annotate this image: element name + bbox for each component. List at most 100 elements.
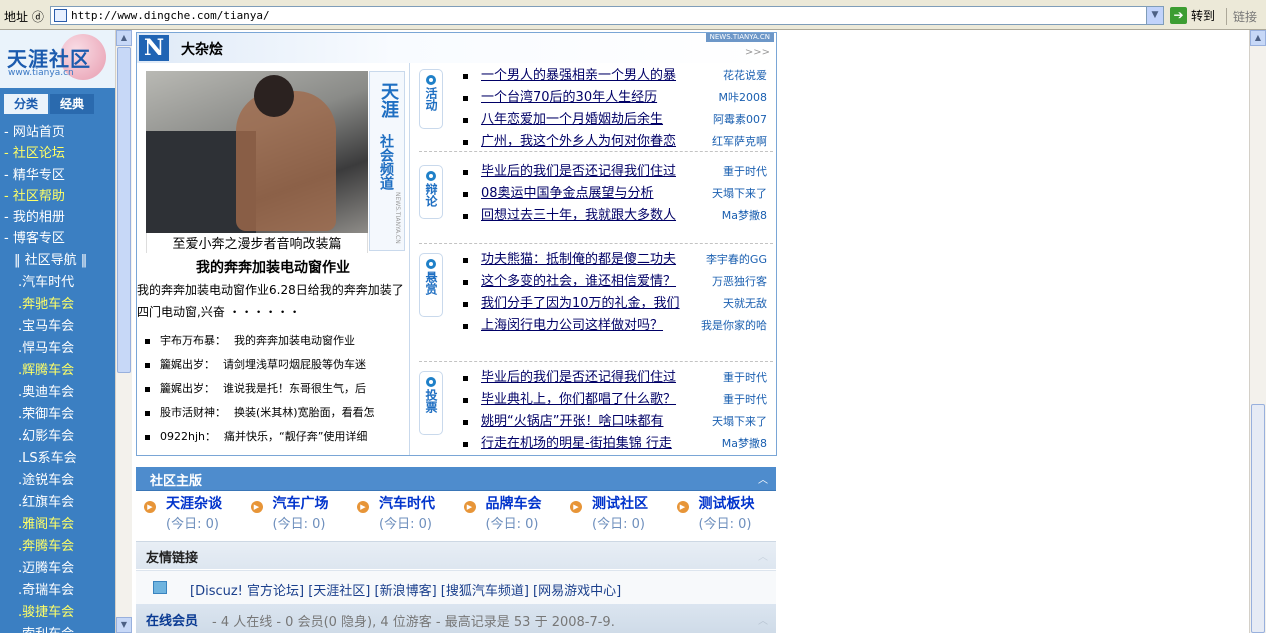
sidebar-club-link[interactable]: .宝马车会 (0, 316, 115, 338)
more-link[interactable]: >>> (745, 47, 770, 58)
topic-author[interactable]: 重于时代 (723, 389, 767, 411)
topic-link[interactable]: 行走在机场的明星-街拍集锦 行走 (481, 433, 672, 455)
go-button[interactable]: ➔ 转到 (1170, 6, 1215, 25)
scroll-down-icon[interactable]: ▼ (116, 617, 132, 633)
sidebar-club-link[interactable]: .雅阁车会 (0, 514, 115, 536)
post-title[interactable]: 请剑埋浅草叼烟屁股等伪车迷 (223, 358, 366, 371)
topic-link[interactable]: 上海闵行电力公司这样做对吗？ (481, 315, 663, 337)
topic-author[interactable]: 万恶独行客 (712, 271, 767, 293)
scroll-up-icon[interactable]: ▲ (1250, 30, 1266, 46)
category-badge[interactable]: 活动 (419, 69, 443, 129)
topic-link[interactable]: 08奥运中国争金点展望与分析 (481, 183, 654, 205)
topic-author[interactable]: Ma梦撒8 (722, 205, 767, 227)
topic-link[interactable]: 这个多变的社会，谁还相信爱情？ (481, 271, 676, 293)
sidebar-nav-item[interactable]: - 网站首页 (0, 122, 115, 143)
recent-post[interactable]: 股市活财神： 换装(米其林)宽胎面，看看怎 (137, 401, 409, 425)
online-title[interactable]: 在线会员 (146, 610, 198, 629)
post-title[interactable]: 我的奔奔加装电动窗作业 (234, 334, 355, 347)
sidebar-scrollbar[interactable]: ▲ ▼ (115, 30, 132, 633)
topic-link[interactable]: 功夫熊猫：抵制俺的都是傻二功夫 (481, 249, 676, 271)
list-item[interactable]: 08奥运中国争金点展望与分析 天塌下来了 (463, 183, 773, 205)
sidebar-club-link[interactable]: .奔驰车会 (0, 294, 115, 316)
topic-author[interactable]: 天塌下来了 (712, 411, 767, 433)
sidebar-club-link[interactable]: .辉腾车会 (0, 360, 115, 382)
post-title[interactable]: 换装(米其林)宽胎面，看看怎 (234, 406, 375, 419)
sidebar-nav-item[interactable]: - 博客专区 (0, 228, 115, 249)
list-item[interactable]: 我们分手了因为10万的礼金，我们 天就无敌 (463, 293, 773, 315)
list-item[interactable]: 毕业后的我们是否还记得我们住过 重于时代 (463, 161, 773, 183)
scroll-thumb[interactable] (1251, 404, 1265, 633)
news-photo[interactable] (146, 71, 368, 233)
list-item[interactable]: 行走在机场的明星-街拍集锦 行走 Ma梦撒8 (463, 433, 773, 455)
list-item[interactable]: 姚明“火锅店”开张！啥口味都有 天塌下来了 (463, 411, 773, 433)
collapse-icon[interactable]: ︿ (758, 548, 768, 563)
topic-author[interactable]: 红军萨克啊 (712, 131, 767, 153)
topic-author[interactable]: 天就无敌 (723, 293, 767, 315)
topic-author[interactable]: Ma梦撒8 (722, 433, 767, 455)
category-badge[interactable]: 辩论 (419, 165, 443, 219)
list-item[interactable]: 回想过去三十年，我就跟大多数人 Ma梦撒8 (463, 205, 773, 227)
topic-author[interactable]: M咔2008 (719, 87, 768, 109)
recent-post[interactable]: 籭娓出岁： 请剑埋浅草叼烟屁股等伪车迷 (137, 353, 409, 377)
sidebar-club-link[interactable]: .荣御车会 (0, 404, 115, 426)
sidebar-club-link[interactable]: .途锐车会 (0, 470, 115, 492)
photo-caption[interactable]: 至爱小奔之漫步者音响改装篇 (146, 233, 368, 253)
topic-link[interactable]: 毕业典礼上，你们都唱了什么歌？ (481, 389, 676, 411)
category-badge[interactable]: 投票 (419, 371, 443, 435)
tab-classic[interactable]: 经典 (50, 94, 94, 114)
topic-author[interactable]: 重于时代 (723, 161, 767, 183)
sidebar-nav-item[interactable]: - 社区帮助 (0, 186, 115, 207)
list-item[interactable]: 这个多变的社会，谁还相信爱情？ 万恶独行客 (463, 271, 773, 293)
topic-link[interactable]: 姚明“火锅店”开张！啥口味都有 (481, 411, 663, 433)
sidebar-nav-item[interactable]: - 我的相册 (0, 207, 115, 228)
sidebar-club-link[interactable]: .索利车会 (0, 624, 115, 633)
topic-link[interactable]: 毕业后的我们是否还记得我们住过 (481, 161, 676, 183)
recent-post[interactable]: 宇布万布暴： 我的奔奔加装电动窗作业 (137, 329, 409, 353)
list-item[interactable]: 功夫熊猫：抵制俺的都是傻二功夫 李宇春的GG (463, 249, 773, 271)
forum-name[interactable]: 汽车时代 (379, 493, 435, 513)
topic-author[interactable]: 重于时代 (723, 367, 767, 389)
topic-author[interactable]: 我是你家的哈 (701, 315, 767, 337)
friend-links-text[interactable]: [Discuz! 官方论坛] [天涯社区] [新浪博客] [搜狐汽车频道] [网… (190, 580, 621, 599)
topic-author[interactable]: 李宇春的GG (706, 249, 767, 271)
dropdown-arrow-icon[interactable]: ▼ (1146, 7, 1163, 24)
channel-banner[interactable]: 天涯 社会频道 NEWS.TIANYA.CN (369, 71, 405, 251)
sidebar-club-link[interactable]: .红旗车会 (0, 492, 115, 514)
collapse-icon[interactable]: ︿ (758, 471, 768, 486)
category-badge[interactable]: 悬赏 (419, 253, 443, 317)
post-title[interactable]: 谁说我是托！东哥很生气，后 (223, 382, 366, 395)
topic-author[interactable]: 天塌下来了 (712, 183, 767, 205)
url-input[interactable]: http://www.dingche.com/tianya/ ▼ (50, 6, 1164, 25)
sidebar-club-link[interactable]: .悍马车会 (0, 338, 115, 360)
sidebar-club-link[interactable]: .幻影车会 (0, 426, 115, 448)
tianya-logo[interactable]: 天涯社区 www.tianya.cn (0, 30, 115, 88)
list-item[interactable]: 一个男人的暴强相亲一个男人的暴 花花说爱 (463, 65, 773, 87)
recent-post[interactable]: 籭娓出岁： 谁说我是托！东哥很生气，后 (137, 377, 409, 401)
list-item[interactable]: 八年恋爱加一个月婚姻劫后余生 阿霉素007 (463, 109, 773, 131)
sidebar-club-link[interactable]: .LS系车会 (0, 448, 115, 470)
tab-category[interactable]: 分类 (4, 94, 48, 114)
topic-link[interactable]: 我们分手了因为10万的礼金，我们 (481, 293, 680, 315)
topic-link[interactable]: 回想过去三十年，我就跟大多数人 (481, 205, 676, 227)
post-title[interactable]: 痛并快乐，“靓仔奔”使用详细 (224, 430, 367, 443)
forum-name[interactable]: 测试板块 (699, 493, 755, 513)
headline-link[interactable]: 我的奔奔加装电动窗作业 (137, 257, 409, 277)
topic-link[interactable]: 一个男人的暴强相亲一个男人的暴 (481, 65, 676, 87)
sidebar-club-link[interactable]: .奥迪车会 (0, 382, 115, 404)
list-item[interactable]: 上海闵行电力公司这样做对吗？ 我是你家的哈 (463, 315, 773, 337)
page-scrollbar[interactable]: ▲ (1249, 30, 1266, 633)
topic-link[interactable]: 一个台湾70后的30年人生经历 (481, 87, 657, 109)
links-button[interactable]: 链接 (1226, 8, 1257, 25)
forum-name[interactable]: 天涯杂谈 (166, 493, 222, 513)
topic-link[interactable]: 毕业后的我们是否还记得我们住过 (481, 367, 676, 389)
collapse-icon[interactable]: ︿ (758, 612, 768, 627)
scroll-thumb[interactable] (117, 47, 131, 373)
sidebar-club-link[interactable]: .骏捷车会 (0, 602, 115, 624)
list-item[interactable]: 一个台湾70后的30年人生经历 M咔2008 (463, 87, 773, 109)
topic-link[interactable]: 广州，我这个外乡人为何对你眷恋 (481, 131, 676, 153)
sidebar-club-link[interactable]: .迈腾车会 (0, 558, 115, 580)
sidebar-nav-item[interactable]: - 社区论坛 (0, 143, 115, 164)
scroll-up-icon[interactable]: ▲ (116, 30, 132, 46)
list-item[interactable]: 毕业典礼上，你们都唱了什么歌？ 重于时代 (463, 389, 773, 411)
sidebar-nav-item[interactable]: - 精华专区 (0, 165, 115, 186)
